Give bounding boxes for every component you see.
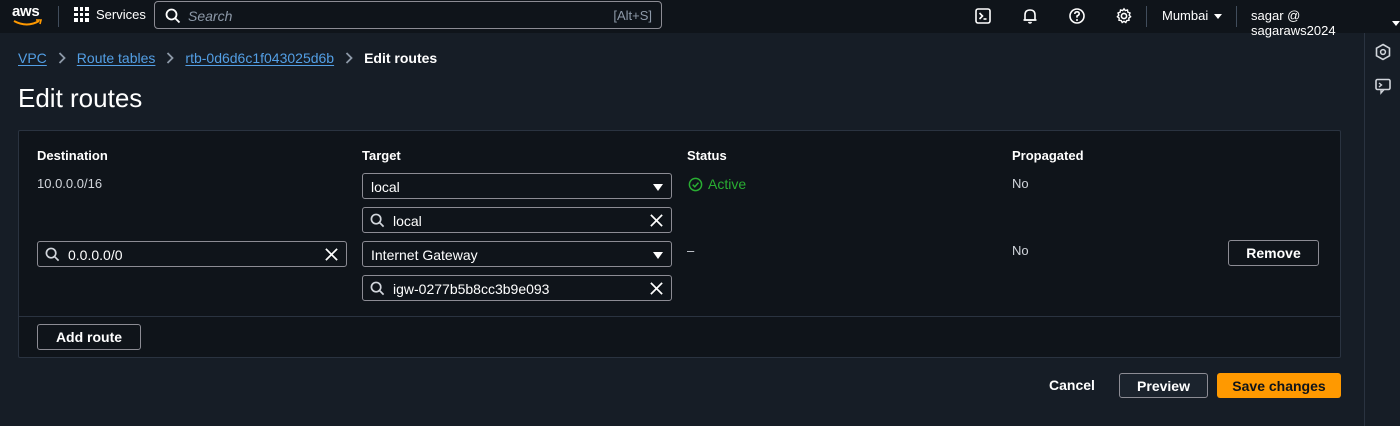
panel-divider xyxy=(19,316,1340,317)
search-icon xyxy=(370,281,385,296)
search-icon xyxy=(165,8,181,24)
top-navigation: aws Services Search [Alt+S] Mumbai sagar… xyxy=(0,0,1400,38)
clear-icon[interactable] xyxy=(649,281,664,296)
nav-divider xyxy=(1146,6,1147,27)
feedback-icon[interactable] xyxy=(1374,77,1392,95)
destination-input[interactable]: 0.0.0.0/0 xyxy=(37,241,347,267)
right-tools-rail xyxy=(1364,33,1400,426)
routes-panel: Destination Target Status Propagated 10.… xyxy=(18,130,1341,358)
breadcrumb-link-route-table-id[interactable]: rtb-0d6d6c1f043025d6b xyxy=(185,50,334,66)
remove-route-button[interactable]: Remove xyxy=(1228,240,1319,266)
chevron-right-icon xyxy=(345,52,353,64)
caret-down-icon xyxy=(653,184,663,191)
column-header-target: Target xyxy=(362,148,401,163)
target-type-select[interactable]: Internet Gateway xyxy=(362,241,672,267)
aws-smile-icon xyxy=(13,19,43,26)
search-icon xyxy=(370,213,385,228)
region-label: Mumbai xyxy=(1162,8,1209,23)
search-placeholder: Search xyxy=(188,8,233,24)
aws-logo[interactable]: aws xyxy=(12,3,46,29)
bell-icon[interactable] xyxy=(1020,6,1040,26)
target-search-value: local xyxy=(393,213,422,229)
help-icon[interactable] xyxy=(1067,6,1087,26)
nav-divider xyxy=(58,6,59,27)
target-type-select[interactable]: local xyxy=(362,173,672,199)
destination-value: 0.0.0.0/0 xyxy=(68,247,123,263)
cloudshell-icon[interactable] xyxy=(973,6,993,26)
propagated-text: No xyxy=(1012,243,1029,258)
status-badge: Active xyxy=(688,176,746,192)
chevron-down-icon xyxy=(1214,13,1223,19)
target-search-value: igw-0277b5b8cc3b9e093 xyxy=(393,281,550,297)
caret-down-icon xyxy=(653,252,663,259)
services-grid-icon xyxy=(74,7,89,22)
column-header-status: Status xyxy=(687,148,727,163)
target-type-value: Internet Gateway xyxy=(371,247,478,263)
breadcrumb-link-vpc[interactable]: VPC xyxy=(18,50,47,66)
page-title: Edit routes xyxy=(18,83,143,113)
target-search-input[interactable]: local xyxy=(362,207,672,233)
chevron-right-icon xyxy=(58,52,66,64)
status-text: Active xyxy=(708,176,747,192)
search-input[interactable]: Search [Alt+S] xyxy=(154,1,662,29)
clear-icon[interactable] xyxy=(649,213,664,228)
target-type-value: local xyxy=(371,179,400,195)
column-header-propagated: Propagated xyxy=(1012,148,1084,163)
check-circle-icon xyxy=(688,177,703,191)
propagated-text: No xyxy=(1012,176,1029,191)
services-label: Services xyxy=(96,7,146,22)
chevron-right-icon xyxy=(166,52,175,64)
search-icon xyxy=(45,247,60,262)
clear-icon[interactable] xyxy=(324,247,339,262)
breadcrumb-link-route-tables[interactable]: Route tables xyxy=(77,50,156,66)
chevron-down-icon xyxy=(1392,21,1400,26)
route-destination-text: 10.0.0.0/16 xyxy=(37,176,103,191)
search-shortcut: [Alt+S] xyxy=(613,8,652,23)
status-text: – xyxy=(687,243,695,258)
hexagon-info-icon[interactable] xyxy=(1374,43,1392,61)
breadcrumb-current: Edit routes xyxy=(364,50,438,66)
target-search-input[interactable]: igw-0277b5b8cc3b9e093 xyxy=(362,275,672,301)
breadcrumb: VPC Route tables rtb-0d6d6c1f043025d6b E… xyxy=(18,50,437,66)
cancel-button[interactable]: Cancel xyxy=(1049,377,1095,393)
save-changes-button[interactable]: Save changes xyxy=(1217,373,1341,398)
gear-icon[interactable] xyxy=(1114,6,1134,26)
column-header-destination: Destination xyxy=(37,148,108,163)
preview-button[interactable]: Preview xyxy=(1119,373,1208,398)
services-menu-button[interactable]: Services xyxy=(74,7,146,22)
region-selector[interactable]: Mumbai xyxy=(1162,8,1223,23)
nav-divider xyxy=(1236,6,1237,27)
add-route-button[interactable]: Add route xyxy=(37,324,141,350)
